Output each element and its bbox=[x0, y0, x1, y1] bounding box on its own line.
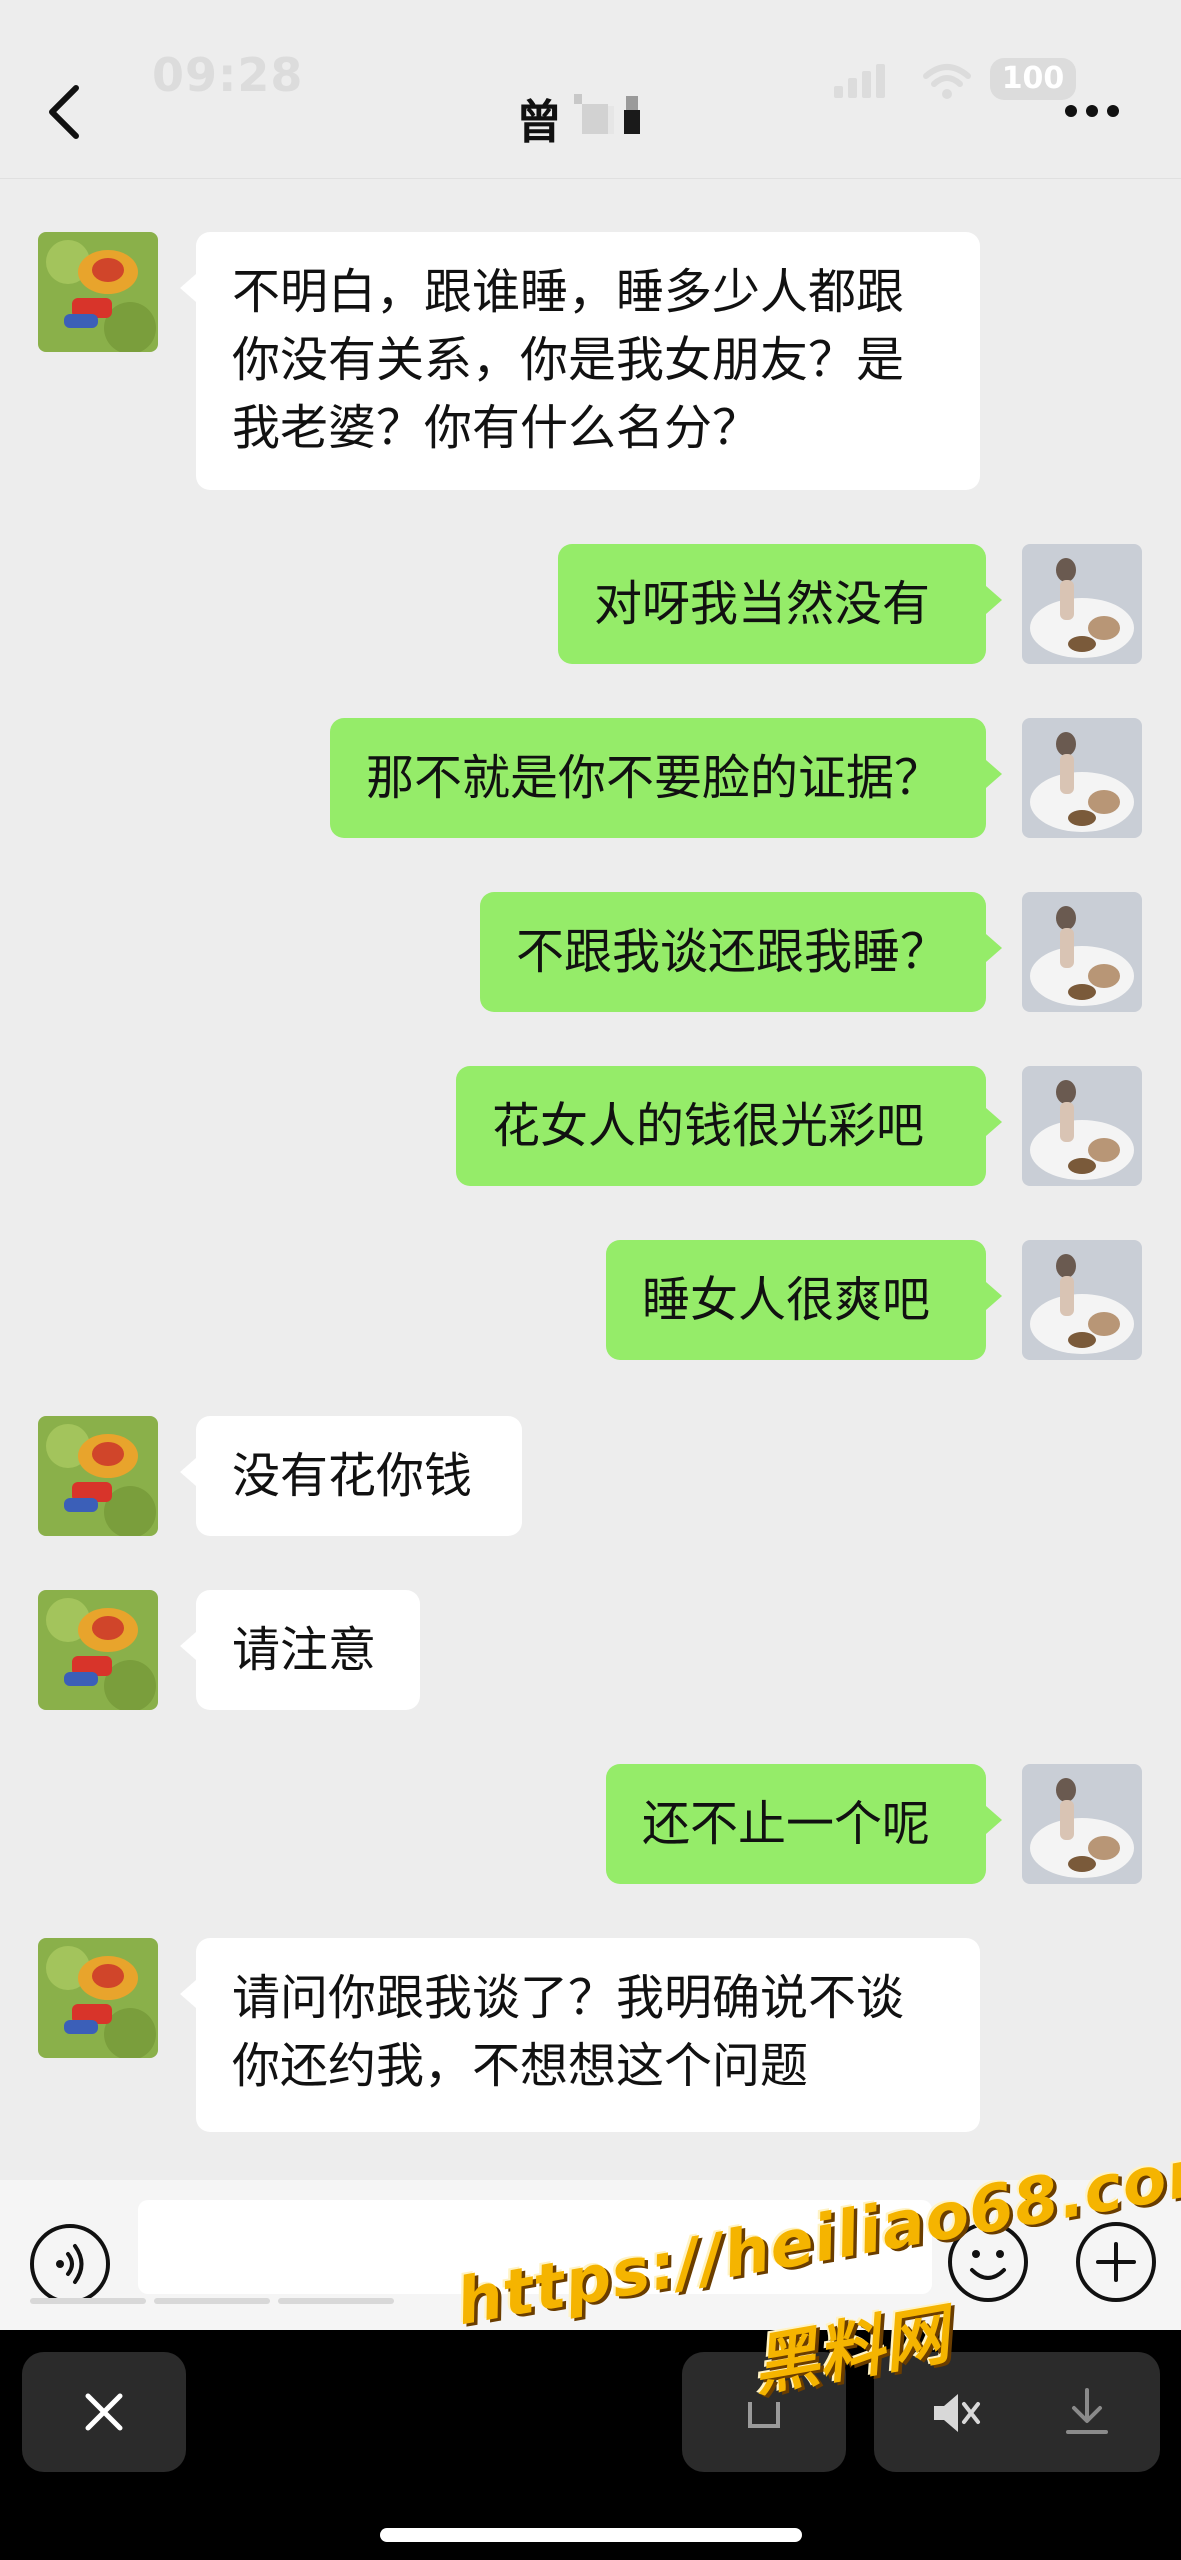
chevron-left-icon[interactable] bbox=[44, 82, 84, 142]
emoji-icon[interactable] bbox=[946, 2220, 1030, 2304]
close-button[interactable] bbox=[22, 2352, 186, 2472]
avatar-image bbox=[1022, 892, 1142, 1012]
avatar-image bbox=[1022, 544, 1142, 664]
message-bubble-sent[interactable]: 花女人的钱很光彩吧 bbox=[456, 1066, 1002, 1186]
message-bubble-sent[interactable]: 对呀我当然没有 bbox=[558, 544, 1002, 664]
avatar-image bbox=[1022, 1066, 1142, 1186]
my-avatar[interactable] bbox=[1022, 544, 1142, 664]
my-avatar[interactable] bbox=[1022, 892, 1142, 1012]
message-text: 那不就是你不要脸的证据？ bbox=[366, 750, 943, 806]
message-text: 花女人的钱很光彩吧 bbox=[492, 1098, 925, 1154]
message-bubble-received[interactable]: 请注意 bbox=[180, 1590, 420, 1710]
avatar-image bbox=[38, 232, 158, 352]
message-text: 对呀我当然没有 bbox=[594, 576, 931, 632]
message-text: 不跟我谈还跟我睡？ bbox=[516, 924, 949, 980]
home-indicator bbox=[380, 2528, 802, 2542]
battery-indicator: 100 bbox=[990, 58, 1076, 100]
avatar-image bbox=[38, 1938, 158, 2058]
message-text-line: 你没有关系，你是我女朋友？是 bbox=[232, 332, 905, 388]
my-avatar[interactable] bbox=[1022, 1066, 1142, 1186]
plus-icon[interactable] bbox=[1074, 2220, 1158, 2304]
speaker-muted-icon[interactable] bbox=[930, 2390, 982, 2436]
message-bubble-sent[interactable]: 还不止一个呢 bbox=[606, 1764, 1002, 1884]
message-text-line: 不明白，跟谁睡，睡多少人都跟 bbox=[232, 264, 905, 320]
status-time: 09:28 bbox=[152, 48, 304, 102]
message-input[interactable] bbox=[138, 2200, 932, 2294]
cellular-signal-icon bbox=[834, 64, 885, 98]
my-avatar[interactable] bbox=[1022, 1240, 1142, 1360]
my-avatar[interactable] bbox=[1022, 1764, 1142, 1884]
message-text-line: 请问你跟我谈了？我明确说不谈 bbox=[232, 1970, 905, 2026]
more-dots-icon[interactable] bbox=[1064, 104, 1120, 118]
share-button[interactable] bbox=[682, 2352, 846, 2472]
message-text: 还不止一个呢 bbox=[642, 1796, 931, 1852]
progress-segment bbox=[154, 2298, 270, 2304]
message-text-line: 我老婆？你有什么名分？ bbox=[232, 400, 761, 456]
chat-header: 09:28 100 曾 bbox=[0, 0, 1181, 179]
avatar-image bbox=[1022, 1240, 1142, 1360]
message-bubble-sent[interactable]: 睡女人很爽吧 bbox=[606, 1240, 1002, 1360]
media-controls bbox=[874, 2352, 1160, 2472]
contact-avatar[interactable] bbox=[38, 1590, 158, 1710]
avatar-image bbox=[38, 1590, 158, 1710]
my-avatar[interactable] bbox=[1022, 718, 1142, 838]
message-text: 睡女人很爽吧 bbox=[642, 1272, 931, 1328]
message-bubble-received[interactable]: 没有花你钱 bbox=[180, 1416, 522, 1536]
contact-avatar[interactable] bbox=[38, 232, 158, 352]
contact-avatar[interactable] bbox=[38, 1416, 158, 1536]
share-icon bbox=[748, 2402, 780, 2428]
contact-avatar[interactable] bbox=[38, 1938, 158, 2058]
message-text: 请注意 bbox=[232, 1622, 377, 1678]
chat-title: 曾 bbox=[516, 95, 562, 149]
download-icon[interactable] bbox=[1064, 2386, 1110, 2438]
avatar-image bbox=[1022, 1764, 1142, 1884]
avatar-image bbox=[1022, 718, 1142, 838]
chat-input-bar bbox=[0, 2180, 1181, 2330]
message-text-line: 你还约我，不想想这个问题 bbox=[232, 2038, 809, 2094]
message-text: 没有花你钱 bbox=[232, 1448, 473, 1504]
close-icon bbox=[85, 2393, 123, 2431]
avatar-image bbox=[38, 1416, 158, 1536]
message-bubble-sent[interactable]: 不跟我谈还跟我睡？ bbox=[480, 892, 1002, 1012]
progress-segment bbox=[278, 2298, 394, 2304]
viewer-toolbar bbox=[0, 2330, 1181, 2560]
message-bubble-received[interactable]: 不明白，跟谁睡，睡多少人都跟 你没有关系，你是我女朋友？是 我老婆？你有什么名分… bbox=[180, 232, 980, 490]
progress-segment bbox=[30, 2298, 146, 2304]
message-bubble-received[interactable]: 请问你跟我谈了？我明确说不谈 你还约我，不想想这个问题 bbox=[180, 1938, 980, 2132]
wifi-icon bbox=[923, 64, 971, 99]
redaction-blur bbox=[574, 94, 640, 134]
voice-icon[interactable] bbox=[28, 2222, 112, 2306]
message-bubble-sent[interactable]: 那不就是你不要脸的证据？ bbox=[330, 718, 1002, 838]
